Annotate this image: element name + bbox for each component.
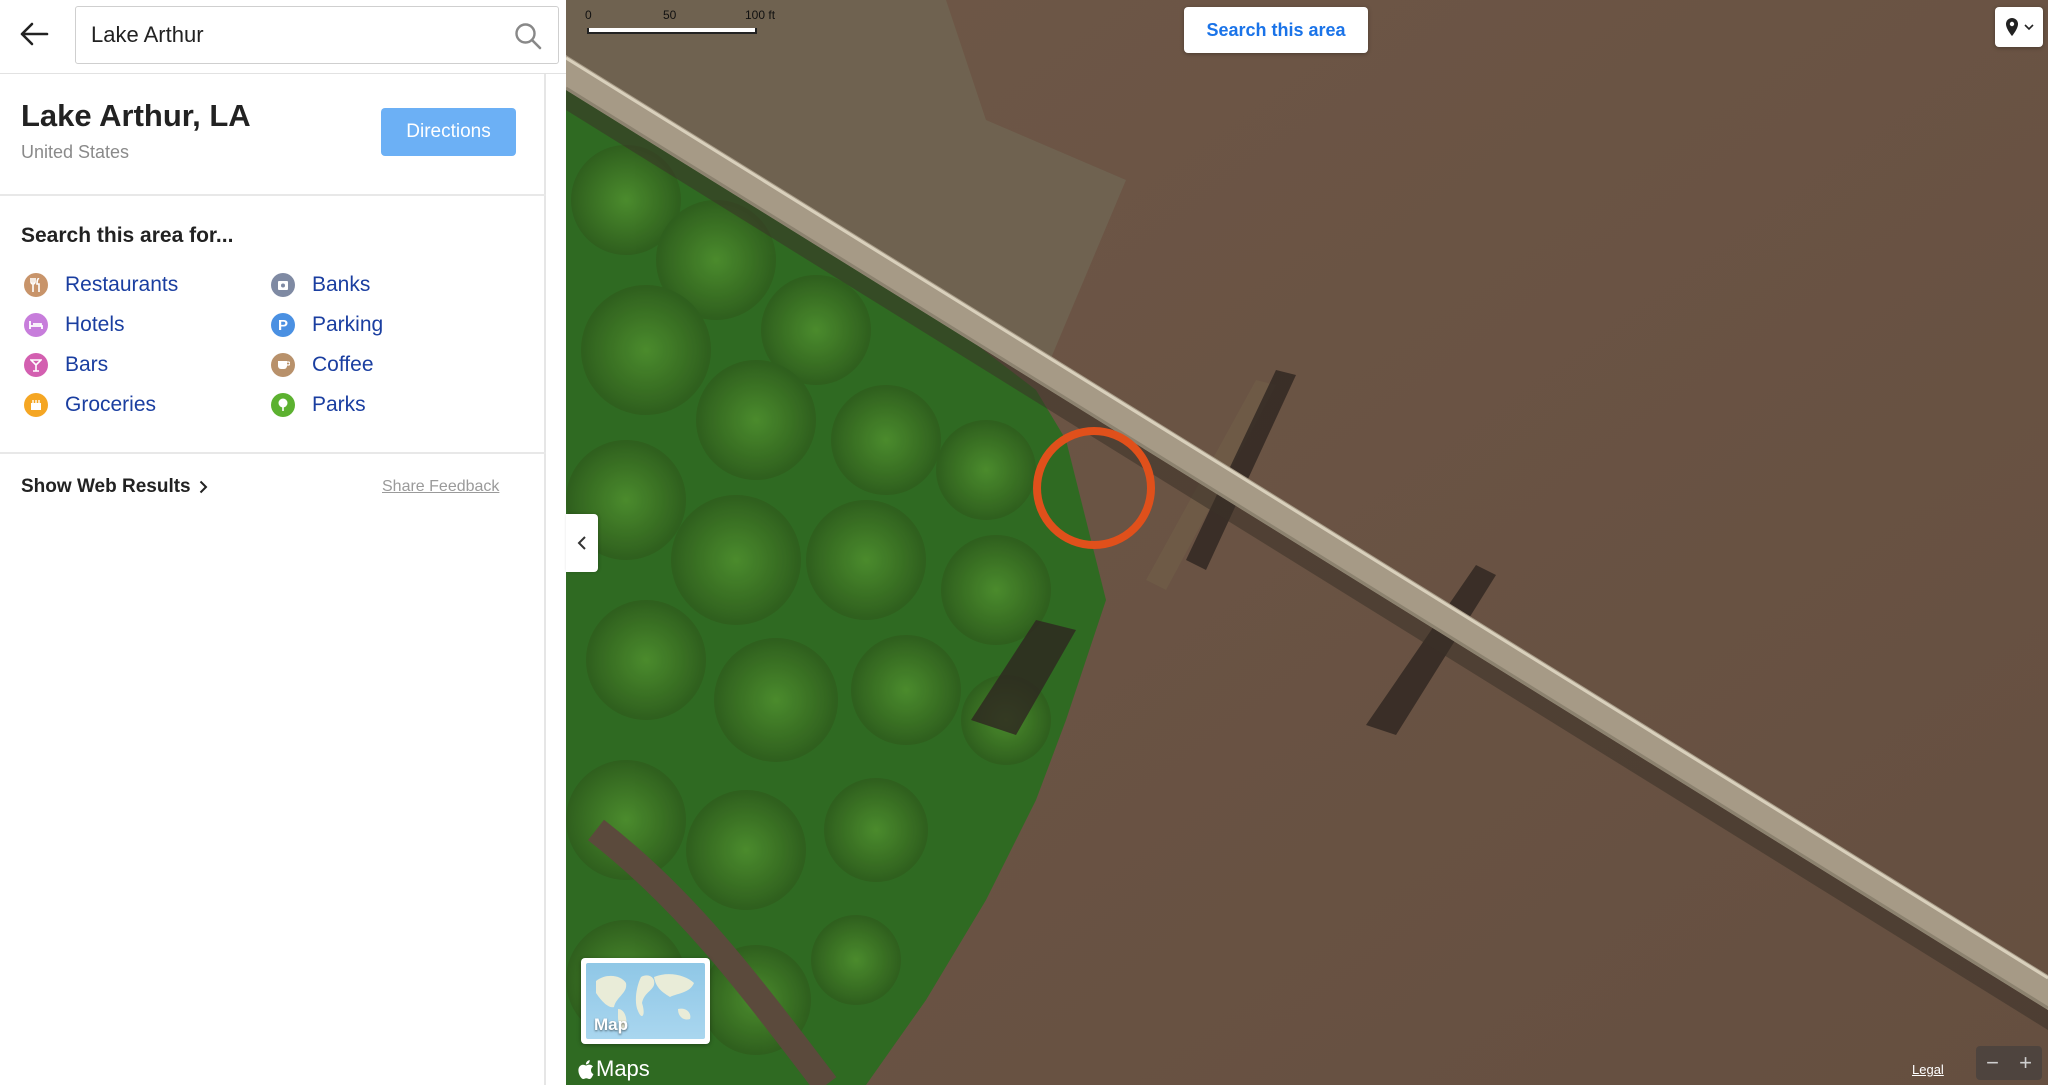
chevron-right-icon (199, 480, 208, 494)
category-label: Restaurants (65, 273, 179, 296)
category-bars[interactable]: Bars (24, 353, 108, 377)
search-field[interactable] (75, 6, 559, 64)
chevron-left-icon (577, 536, 586, 550)
back-button[interactable] (14, 14, 54, 54)
zoom-in-button[interactable]: + (2009, 1046, 2042, 1080)
category-label: Banks (312, 273, 371, 296)
sidebar-panel: Lake Arthur, LA United States Directions… (0, 0, 546, 1085)
satellite-imagery (566, 0, 2048, 1085)
chevron-down-icon (2024, 23, 2034, 30)
category-hotels[interactable]: Hotels (24, 313, 125, 337)
legal-link[interactable]: Legal (1912, 1062, 1944, 1077)
scale-label: 100 ft (745, 8, 776, 22)
location-pin-icon (2006, 18, 2018, 36)
divider (0, 452, 546, 454)
directions-button[interactable]: Directions (381, 108, 516, 156)
category-parking[interactable]: P Parking (271, 313, 383, 337)
share-feedback-link[interactable]: Share Feedback (382, 478, 499, 496)
divider (0, 194, 546, 196)
scale-label: 50 (663, 8, 677, 22)
fork-knife-icon (24, 273, 48, 297)
search-input[interactable] (91, 7, 491, 63)
category-label: Bars (65, 353, 109, 376)
category-label: Groceries (65, 393, 157, 416)
bed-icon (24, 313, 48, 337)
category-label: Parking (312, 313, 384, 336)
category-banks[interactable]: Banks (271, 273, 370, 297)
web-results-label: Show Web Results (21, 476, 191, 497)
bank-icon (271, 273, 295, 297)
maps-attribution: Maps (578, 1056, 650, 1082)
parking-icon: P (271, 313, 295, 337)
coffee-cup-icon (271, 353, 295, 377)
basket-icon (24, 393, 48, 417)
category-label: Parks (312, 393, 366, 416)
place-subtitle: United States (21, 142, 130, 162)
satellite-map[interactable] (566, 0, 2048, 1085)
category-coffee[interactable]: Coffee (271, 353, 374, 377)
arrow-left-icon (20, 22, 49, 46)
zoom-out-button[interactable]: − (1976, 1046, 2009, 1080)
tracking-mode-button[interactable] (1995, 7, 2043, 47)
show-web-results-link[interactable]: Show Web Results (21, 476, 208, 498)
zoom-control: − + (1976, 1046, 2042, 1080)
category-parks[interactable]: Parks (271, 393, 366, 417)
scale-label: 0 (585, 8, 592, 22)
apple-logo-icon (578, 1059, 594, 1079)
search-area-heading: Search this area for... (21, 224, 234, 247)
category-label: Hotels (65, 313, 125, 336)
search-icon[interactable] (514, 22, 542, 50)
tree-icon (271, 393, 295, 417)
category-label: Coffee (312, 353, 374, 376)
cocktail-icon (24, 353, 48, 377)
search-bar (0, 0, 566, 74)
search-this-area-button[interactable]: Search this area (1184, 7, 1368, 53)
map-type-toggle[interactable]: Map (581, 958, 710, 1044)
category-restaurants[interactable]: Restaurants (24, 273, 178, 297)
location-marker-circle[interactable] (1030, 424, 1158, 552)
scale-bar (587, 28, 757, 34)
collapse-sidebar-button[interactable] (566, 514, 598, 572)
place-title: Lake Arthur, LA (21, 98, 251, 133)
world-map-thumbnail: Map (586, 963, 705, 1039)
map-type-label: Map (594, 1015, 628, 1034)
category-groceries[interactable]: Groceries (24, 393, 156, 417)
maps-attribution-label: Maps (596, 1056, 650, 1081)
map-scale: 0 50 100 ft (585, 8, 785, 38)
